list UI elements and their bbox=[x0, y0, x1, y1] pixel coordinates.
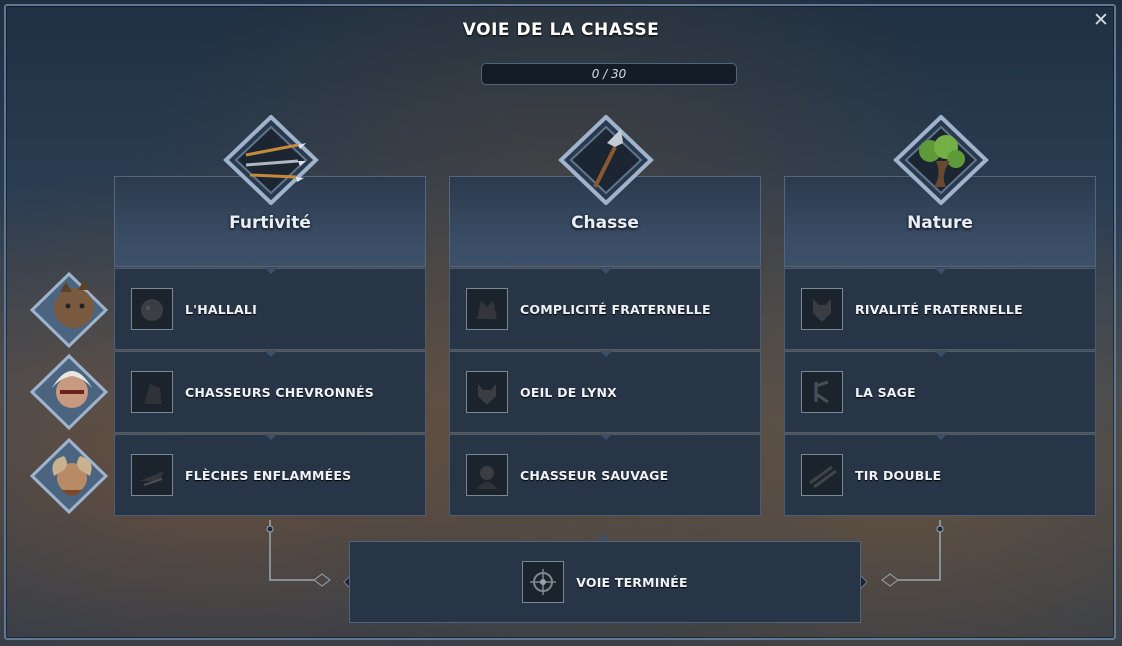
path-complete-row[interactable]: VOIE TERMINÉE bbox=[349, 541, 861, 623]
talent-row[interactable]: TIR DOUBLE bbox=[784, 434, 1096, 516]
column-title: Chasse bbox=[571, 213, 639, 233]
double-shot-icon bbox=[801, 454, 843, 496]
column-chasse: Chasse COMPLICITÉ FRATERNELLE OEIL DE LY… bbox=[449, 115, 761, 516]
talent-label: COMPLICITÉ FRATERNELLE bbox=[520, 301, 711, 317]
beast-icon bbox=[131, 288, 173, 330]
cat-icon bbox=[801, 288, 843, 330]
column-title: Nature bbox=[907, 213, 973, 233]
ram-horned-hunter-portrait bbox=[29, 437, 109, 515]
talent-row[interactable]: COMPLICITÉ FRATERNELLE bbox=[449, 268, 761, 350]
white-haired-woman-portrait bbox=[29, 353, 109, 431]
wolf-pair-icon bbox=[466, 288, 508, 330]
talent-row[interactable]: LA SAGE bbox=[784, 351, 1096, 433]
lynx-icon bbox=[466, 371, 508, 413]
compass-emblem-icon bbox=[522, 561, 565, 603]
talent-label: CHASSEUR SAUVAGE bbox=[520, 467, 669, 483]
lynx-hunter-portrait bbox=[29, 271, 109, 349]
fire-arrow-icon bbox=[131, 454, 173, 496]
talent-row[interactable]: L'HALLALI bbox=[114, 268, 426, 350]
arrows-icon bbox=[223, 115, 319, 205]
talent-row[interactable]: OEIL DE LYNX bbox=[449, 351, 761, 433]
column-header: Furtivité bbox=[114, 115, 426, 267]
wild-hunter-icon bbox=[466, 454, 508, 496]
talent-label: TIR DOUBLE bbox=[855, 467, 942, 483]
column-header: Chasse bbox=[449, 115, 761, 267]
rune-icon bbox=[801, 371, 843, 413]
tree-icon bbox=[893, 115, 989, 205]
talent-label: L'HALLALI bbox=[185, 301, 257, 317]
spear-icon bbox=[558, 115, 654, 205]
talent-label: LA SAGE bbox=[855, 384, 916, 400]
column-nature: Nature RIVALITÉ FRATERNELLE LA SAGE TIR … bbox=[784, 115, 1096, 516]
column-title: Furtivité bbox=[229, 213, 311, 233]
progress-bar: 0 / 30 bbox=[481, 63, 737, 85]
talent-label: OEIL DE LYNX bbox=[520, 384, 617, 400]
final-label: VOIE TERMINÉE bbox=[576, 574, 688, 590]
column-header: Nature bbox=[784, 115, 1096, 267]
talent-row[interactable]: CHASSEURS CHEVRONNÉS bbox=[114, 351, 426, 433]
column-furtivite: Furtivité L'HALLALI CHASSEURS CHEVRONNÉS… bbox=[114, 115, 426, 516]
close-icon[interactable]: ✕ bbox=[1090, 9, 1112, 31]
talent-row[interactable]: CHASSEUR SAUVAGE bbox=[449, 434, 761, 516]
hunter-icon bbox=[131, 371, 173, 413]
talent-row[interactable]: RIVALITÉ FRATERNELLE bbox=[784, 268, 1096, 350]
talent-label: RIVALITÉ FRATERNELLE bbox=[855, 301, 1023, 317]
talent-label: CHASSEURS CHEVRONNÉS bbox=[185, 384, 374, 400]
talent-row[interactable]: FLÈCHES ENFLAMMÉES bbox=[114, 434, 426, 516]
window-title: VOIE DE LA CHASSE bbox=[462, 20, 660, 40]
talent-label: FLÈCHES ENFLAMMÉES bbox=[185, 467, 352, 483]
